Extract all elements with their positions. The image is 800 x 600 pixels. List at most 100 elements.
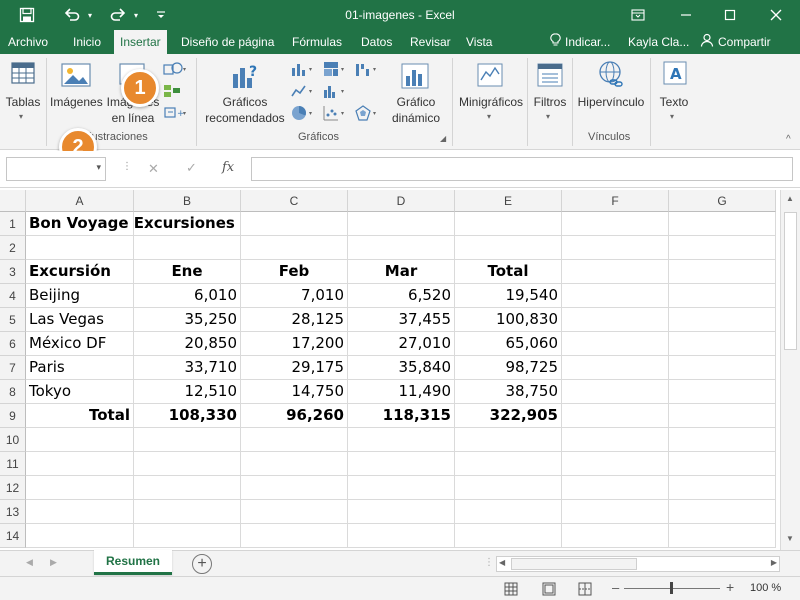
cell-value[interactable]: 11,490 — [348, 380, 455, 404]
radar-chart-icon[interactable] — [354, 104, 384, 125]
cell-value[interactable]: 29,175 — [241, 356, 348, 380]
column-header-e[interactable]: E — [455, 190, 562, 212]
cell-value[interactable]: 98,725 — [455, 356, 562, 380]
cell-g2[interactable] — [669, 236, 776, 260]
tab-datos[interactable]: Datos — [361, 30, 392, 54]
cell-e11[interactable] — [455, 452, 562, 476]
row-header-13[interactable]: 13 — [0, 500, 26, 524]
hipervinculo-button[interactable]: Hipervínculo — [574, 94, 648, 110]
cell-value[interactable]: México DF — [26, 332, 134, 356]
texto-dropdown-icon[interactable]: ▾ — [670, 112, 674, 121]
cell-d2[interactable] — [348, 236, 455, 260]
cell-value[interactable]: Excursión — [26, 260, 134, 284]
column-header-b[interactable]: B — [134, 190, 241, 212]
smartart-icon[interactable] — [162, 82, 188, 103]
cell-f11[interactable] — [562, 452, 669, 476]
cell-g14[interactable] — [669, 524, 776, 548]
cell-f5[interactable] — [562, 308, 669, 332]
save-icon[interactable] — [14, 0, 40, 30]
cell-value[interactable]: 38,750 — [455, 380, 562, 404]
cell-b13[interactable] — [134, 500, 241, 524]
zoom-level[interactable]: 100 % — [750, 582, 781, 594]
cell-d10[interactable] — [348, 428, 455, 452]
sheet-tab-resumen[interactable]: Resumen — [94, 550, 172, 575]
cell-value[interactable]: Ene — [134, 260, 241, 284]
tab-formulas[interactable]: Fórmulas — [292, 30, 342, 54]
cell-g10[interactable] — [669, 428, 776, 452]
cell-value[interactable]: 96,260 — [241, 404, 348, 428]
cell-g11[interactable] — [669, 452, 776, 476]
cell-c2[interactable] — [241, 236, 348, 260]
zoom-in-icon[interactable]: + — [726, 579, 734, 595]
filtros-button[interactable]: Filtros — [530, 94, 570, 110]
horizontal-scroll-thumb[interactable] — [511, 558, 637, 570]
cell-g4[interactable] — [669, 284, 776, 308]
new-sheet-icon[interactable]: + — [192, 554, 212, 574]
page-break-view-icon[interactable] — [578, 582, 592, 599]
column-chart-icon[interactable] — [290, 60, 320, 81]
column-header-d[interactable]: D — [348, 190, 455, 212]
column-header-f[interactable]: F — [562, 190, 669, 212]
cell-b11[interactable] — [134, 452, 241, 476]
cell-a14[interactable] — [26, 524, 134, 548]
next-sheet-icon[interactable]: ▶ — [50, 557, 57, 568]
cell-c11[interactable] — [241, 452, 348, 476]
cell-d14[interactable] — [348, 524, 455, 548]
cell-value[interactable]: 65,060 — [455, 332, 562, 356]
cell-e13[interactable] — [455, 500, 562, 524]
cell-d12[interactable] — [348, 476, 455, 500]
tab-vista[interactable]: Vista — [466, 30, 492, 54]
undo-icon[interactable] — [60, 0, 84, 30]
cell-f6[interactable] — [562, 332, 669, 356]
ribbon-display-options-icon[interactable] — [624, 0, 652, 30]
cell-g13[interactable] — [669, 500, 776, 524]
cell-value[interactable]: 20,850 — [134, 332, 241, 356]
cell-e1[interactable] — [455, 212, 562, 236]
graficos-recomendados-label-1[interactable]: Gráficos — [205, 94, 285, 110]
cell-d1[interactable] — [348, 212, 455, 236]
cell-c14[interactable] — [241, 524, 348, 548]
cell-e12[interactable] — [455, 476, 562, 500]
graficos-recomendados-label-2[interactable]: recomendados — [205, 110, 285, 126]
cell-value[interactable]: 322,905 — [455, 404, 562, 428]
cell-g12[interactable] — [669, 476, 776, 500]
cell-f2[interactable] — [562, 236, 669, 260]
cell-b12[interactable] — [134, 476, 241, 500]
scroll-up-icon[interactable]: ▲ — [786, 194, 794, 203]
tab-split-grip-icon[interactable]: ⋮ — [484, 557, 494, 568]
filtros-dropdown-icon[interactable]: ▾ — [546, 112, 550, 121]
cell-g6[interactable] — [669, 332, 776, 356]
zoom-out-icon[interactable]: – — [612, 580, 619, 595]
cell-f7[interactable] — [562, 356, 669, 380]
scroll-right-icon[interactable]: ▶ — [771, 558, 777, 567]
cell-value[interactable]: 14,750 — [241, 380, 348, 404]
cell-a13[interactable] — [26, 500, 134, 524]
sheet-title[interactable]: Bon Voyage Excursiones — [26, 212, 346, 236]
select-all-corner[interactable] — [0, 190, 26, 212]
cell-value[interactable]: 118,315 — [348, 404, 455, 428]
cell-value[interactable]: 12,510 — [134, 380, 241, 404]
customize-qat-icon[interactable] — [152, 0, 170, 30]
share-button[interactable]: Compartir — [700, 30, 771, 54]
tab-diseno-pagina[interactable]: Diseño de página — [181, 30, 274, 54]
cell-value[interactable]: 35,250 — [134, 308, 241, 332]
cell-value[interactable]: Paris — [26, 356, 134, 380]
cell-value[interactable]: 35,840 — [348, 356, 455, 380]
tab-insertar[interactable]: Insertar — [114, 30, 167, 54]
cell-g3[interactable] — [669, 260, 776, 284]
cell-g9[interactable] — [669, 404, 776, 428]
zoom-slider-thumb[interactable] — [670, 582, 673, 594]
cell-a2[interactable] — [26, 236, 134, 260]
screenshot-icon[interactable]: + — [162, 104, 188, 125]
row-header-11[interactable]: 11 — [0, 452, 26, 476]
cell-a12[interactable] — [26, 476, 134, 500]
scatter-chart-icon[interactable] — [322, 104, 352, 125]
cell-f4[interactable] — [562, 284, 669, 308]
horizontal-scrollbar[interactable]: ◀ ▶ — [496, 556, 780, 572]
worksheet-grid[interactable]: A B C D E F G 1 2 3 4 5 6 7 8 9 10 11 12 13 14 Bon Voyage Exc… — [0, 190, 780, 550]
cell-g8[interactable] — [669, 380, 776, 404]
cell-f1[interactable] — [562, 212, 669, 236]
tab-revisar[interactable]: Revisar — [410, 30, 451, 54]
cell-e14[interactable] — [455, 524, 562, 548]
cell-value[interactable]: 27,010 — [348, 332, 455, 356]
